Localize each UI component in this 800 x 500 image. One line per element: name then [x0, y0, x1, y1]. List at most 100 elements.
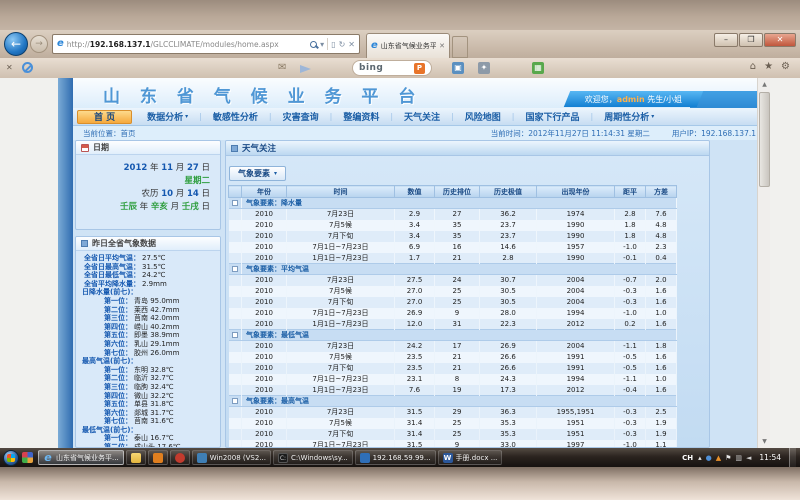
checkbox-icon[interactable]: [232, 332, 238, 338]
security-flame-icon[interactable]: ▲: [716, 454, 721, 462]
table-cell: 7月5候: [287, 418, 395, 429]
rdp-icon: [360, 453, 370, 463]
action-center-flag-icon[interactable]: ⚑: [725, 454, 731, 462]
volume-icon[interactable]: ◄: [746, 454, 751, 462]
home-icon[interactable]: ⌂: [750, 61, 756, 72]
address-dropdown-icon[interactable]: ▾: [320, 40, 324, 49]
refresh-icon[interactable]: ↻: [339, 40, 346, 49]
stop-icon[interactable]: ✕: [348, 40, 355, 49]
menu-item-home[interactable]: 首 页: [77, 110, 132, 124]
taskbar-button-app-orange-window[interactable]: [148, 450, 168, 465]
table-cell: 7月23日: [287, 407, 395, 418]
language-indicator[interactable]: CH: [682, 454, 693, 462]
taskbar-button-word-window[interactable]: W手册.docx ...: [438, 450, 503, 465]
table-group-row[interactable]: 气象要素：最高气温: [229, 396, 677, 407]
browser-tab[interactable]: e 山东省气候业务平... ✕: [366, 33, 450, 58]
address-bar[interactable]: e http://192.168.137.1/GLCCLIMATE/module…: [52, 34, 360, 54]
favorites-star-icon[interactable]: ★: [764, 61, 773, 72]
menu-item-weather-focus[interactable]: 天气关注: [395, 110, 449, 124]
menu-item-periodic-analysis[interactable]: 周期性分析▾: [595, 110, 663, 124]
search-icon[interactable]: [310, 41, 317, 48]
menu-separator: |: [267, 112, 274, 121]
table-row: 20107月1日~7月23日23.1824.31994-1.11.0: [229, 374, 677, 385]
calendar-text: 日: [199, 163, 210, 173]
checkbox-icon[interactable]: [232, 200, 238, 206]
bing-search-box[interactable]: bing P: [352, 60, 432, 76]
send-icon[interactable]: [300, 65, 311, 73]
table-group-row[interactable]: 气象要素：最低气温: [229, 330, 677, 341]
table-cell: -1.1: [615, 374, 646, 385]
table-cell: 2010: [242, 319, 287, 330]
group-checkbox-cell[interactable]: [229, 396, 242, 407]
new-tab-button[interactable]: [452, 36, 468, 58]
scroll-down-icon[interactable]: ▼: [758, 435, 771, 448]
maximize-button[interactable]: ❐: [739, 33, 763, 47]
hidden-icons-icon[interactable]: ▴: [698, 454, 702, 462]
tab-close-icon[interactable]: ✕: [439, 42, 445, 50]
table-cell: 24.2: [395, 341, 435, 352]
rank-row: 第六位：郯城 31.7℃: [80, 409, 216, 418]
taskbar-button-app-red-window[interactable]: [170, 450, 190, 465]
group-checkbox-cell[interactable]: [229, 198, 242, 209]
page-content: 山 东 省 气 候 业 务 平 台 欢迎您，admin 先生/小姐 首 页数据分…: [73, 78, 770, 448]
sparkle-addon-icon[interactable]: ✦: [478, 62, 490, 74]
taskbar-button-remote-window[interactable]: 192.168.59.99...: [355, 450, 436, 465]
table-row: 20107月23日24.21726.92004-1.11.8: [229, 341, 677, 352]
start-button[interactable]: [3, 450, 19, 466]
checkbox-icon[interactable]: [232, 266, 238, 272]
taskbar-button-ie-window[interactable]: e山东省气候业务平...: [38, 450, 124, 465]
taskbar-button-explorer-window[interactable]: [126, 450, 146, 465]
table-group-row[interactable]: 气象要素：降水量: [229, 198, 677, 209]
camera-addon-icon[interactable]: ▣: [452, 62, 464, 74]
checkbox-icon[interactable]: [232, 398, 238, 404]
table-cell: 7月5候: [287, 286, 395, 297]
menu-item-compiled-data[interactable]: 整编资料: [334, 110, 388, 124]
clock[interactable]: 11:54: [759, 453, 781, 462]
menu-item-label: 国家下行产品: [525, 110, 579, 123]
updates-icon[interactable]: ●: [706, 454, 712, 462]
table-cell: 2012: [537, 319, 615, 330]
forward-button[interactable]: →: [30, 35, 48, 53]
table-cell: 23.7: [480, 231, 537, 242]
table-row: 20107月5候27.02530.52004-0.31.6: [229, 286, 677, 297]
stat-label: 全省日最高气温：: [84, 263, 140, 272]
element-dropdown-button[interactable]: 气象要素 ▾: [229, 166, 286, 181]
menu-item-risk-map[interactable]: 风险地图: [456, 110, 510, 124]
minimize-button[interactable]: –: [714, 33, 738, 47]
group-checkbox-cell[interactable]: [229, 264, 242, 275]
taskbar-button-vm-window[interactable]: Win2008 (VS2...: [192, 450, 271, 465]
table-cell: 2010: [242, 341, 287, 352]
table-cell: 24: [435, 275, 480, 286]
tools-gear-icon[interactable]: ⚙: [781, 61, 790, 72]
table-cell: 1990: [537, 220, 615, 231]
table-cell: 27.0: [395, 286, 435, 297]
calendar-text: 壬戌: [182, 202, 199, 212]
close-toolbar-icon[interactable]: ✕: [6, 63, 13, 72]
community-addon-icon[interactable]: ▦: [532, 62, 544, 74]
compatibility-view-icon[interactable]: ▯: [331, 40, 335, 49]
menu-separator: |: [588, 112, 595, 121]
table-cell: -0.1: [615, 253, 646, 264]
scrollbar-thumb[interactable]: [759, 92, 770, 187]
menu-item-data-analysis[interactable]: 数据分析▾: [138, 110, 197, 124]
close-button[interactable]: ✕: [764, 33, 796, 47]
desktop-backdrop-bottom: [0, 467, 800, 500]
quick-launch-icon[interactable]: [22, 452, 33, 463]
browser-scrollbar[interactable]: ▲ ▼: [757, 78, 770, 448]
row-select-cell: [229, 231, 242, 242]
scroll-up-icon[interactable]: ▲: [758, 78, 771, 91]
menu-item-sensitivity-analysis[interactable]: 敏感性分析: [204, 110, 267, 124]
orange-icon: [153, 453, 163, 463]
mail-icon[interactable]: ✉: [278, 62, 286, 73]
menu-item-disaster-query[interactable]: 灾害查询: [274, 110, 328, 124]
p-badge-icon[interactable]: P: [414, 63, 425, 74]
menu-item-downstream-products[interactable]: 国家下行产品: [516, 110, 588, 124]
table-group-row[interactable]: 气象要素：平均气温: [229, 264, 677, 275]
group-checkbox-cell[interactable]: [229, 330, 242, 341]
rank-position: 第七位：: [80, 349, 132, 358]
back-button[interactable]: ←: [4, 32, 28, 56]
network-icon[interactable]: ▥: [735, 454, 742, 462]
group-title: 气象要素：平均气温: [242, 264, 677, 275]
taskbar-button-cmd-window[interactable]: C:C:\Windows\sy...: [273, 450, 353, 465]
show-desktop-button[interactable]: [789, 448, 796, 467]
